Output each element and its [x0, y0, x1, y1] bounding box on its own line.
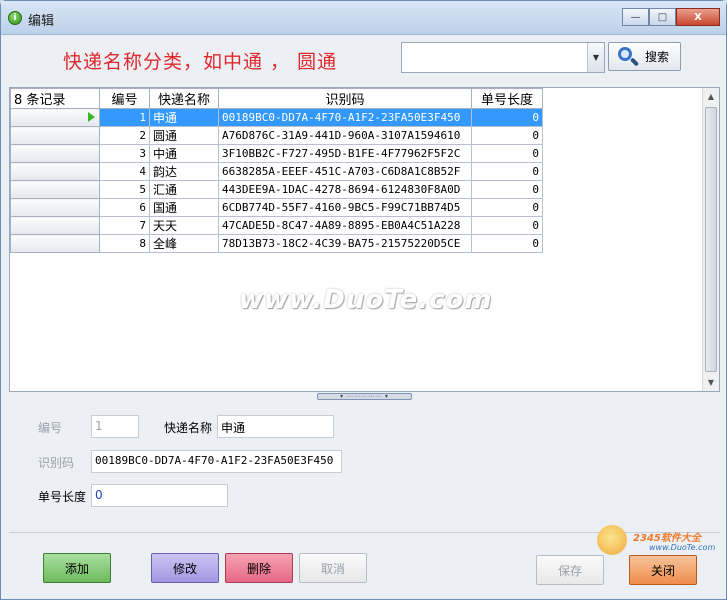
edit-window: i 编辑 — □ X 快递名称分类，如中通 ， 圆通 ▼ 搜索 8 条记录 编号: [0, 0, 727, 600]
scroll-down-icon[interactable]: ▼: [703, 374, 719, 391]
length-field[interactable]: 0: [91, 484, 228, 507]
records-table: 8 条记录 编号 快递名称 识别码 单号长度 1 申通 00189BC0-DD7A-…: [10, 88, 543, 253]
headline-hint: 快递名称分类，如中通 ， 圆通: [63, 51, 338, 73]
search-combobox[interactable]: ▼: [401, 42, 605, 73]
cell-length[interactable]: 0: [471, 144, 543, 163]
edit-button[interactable]: 修改: [151, 553, 219, 583]
cell-name[interactable]: 韵达: [149, 162, 219, 181]
app-icon: i: [8, 11, 22, 25]
code-field[interactable]: 00189BC0-DD7A-4F70-A1F2-23FA50E3F450: [91, 450, 342, 473]
record-count-header: 8 条记录: [10, 88, 100, 109]
window-title: 编辑: [28, 14, 55, 29]
corner-logo-url: www.DuoTe.com: [649, 543, 716, 552]
cell-name[interactable]: 国通: [149, 198, 219, 217]
table-row[interactable]: 2 圆通 A76D876C-31A9-441D-960A-3107A1594610 0: [10, 126, 543, 145]
search-icon: [617, 46, 640, 68]
table-row[interactable]: 3 中通 3F10BB2C-F727-495D-B1FE-4F77962F5F2C 0: [10, 144, 543, 163]
search-button[interactable]: 搜索: [608, 42, 681, 71]
num-label: 编号: [38, 421, 63, 435]
column-header-code[interactable]: 识别码: [218, 88, 472, 109]
cell-name[interactable]: 圆通: [149, 126, 219, 145]
row-indicator[interactable]: [10, 126, 100, 145]
cell-length[interactable]: 0: [471, 180, 543, 199]
cell-code[interactable]: 78D13B73-18C2-4C39-BA75-21575220D5CE: [218, 234, 472, 253]
name-field[interactable]: 申通: [217, 415, 334, 438]
cell-code[interactable]: 443DEE9A-1DAC-4278-8694-6124830F8A0D: [218, 180, 472, 199]
cell-num[interactable]: 6: [99, 198, 150, 217]
chevron-down-icon[interactable]: ▼: [587, 43, 604, 72]
cell-code[interactable]: 6CDB774D-55F7-4160-9BC5-F99C71BB74D5: [218, 198, 472, 217]
column-header-length[interactable]: 单号长度: [471, 88, 543, 109]
scrollbar-thumb[interactable]: [705, 107, 717, 372]
column-header-num[interactable]: 编号: [99, 88, 150, 109]
cell-length[interactable]: 0: [471, 126, 543, 145]
cell-num[interactable]: 2: [99, 126, 150, 145]
cell-num[interactable]: 4: [99, 162, 150, 181]
cell-code[interactable]: 6638285A-EEEF-451C-A703-C6D8A1C8B52F: [218, 162, 472, 181]
cell-name[interactable]: 申通: [149, 108, 219, 127]
cell-length[interactable]: 0: [471, 108, 543, 127]
cell-length[interactable]: 0: [471, 198, 543, 217]
save-button[interactable]: 保存: [536, 555, 604, 585]
footer-divider: [9, 532, 720, 533]
row-indicator[interactable]: [10, 234, 100, 253]
mascot-icon: [597, 525, 627, 555]
vertical-scrollbar[interactable]: ▲ ▼: [702, 88, 719, 391]
scroll-up-icon[interactable]: ▲: [703, 88, 719, 105]
current-row-arrow-icon: [88, 112, 95, 122]
table-row[interactable]: 4 韵达 6638285A-EEEF-451C-A703-C6D8A1C8B52F 0: [10, 162, 543, 181]
table-row[interactable]: 7 天天 47CADE5D-8C47-4A89-8895-EB0A4C51A228 0: [10, 216, 543, 235]
close-button[interactable]: 关闭: [629, 555, 697, 585]
table-row[interactable]: 5 汇通 443DEE9A-1DAC-4278-8694-6124830F8A0D 0: [10, 180, 543, 199]
length-label: 单号长度: [38, 490, 87, 504]
title-bar[interactable]: i 编辑 — □ X: [1, 1, 726, 35]
panel-splitter-handle[interactable]: ▾ ⋯⋯⋯⋯⋯ ▾: [317, 393, 412, 400]
cancel-button[interactable]: 取消: [299, 553, 367, 583]
cell-length[interactable]: 0: [471, 162, 543, 181]
row-indicator[interactable]: [10, 144, 100, 163]
row-indicator[interactable]: [10, 198, 100, 217]
column-header-name[interactable]: 快递名称: [149, 88, 219, 109]
search-input[interactable]: [402, 43, 588, 72]
name-label: 快递名称: [164, 421, 213, 435]
table-row[interactable]: 8 全峰 78D13B73-18C2-4C39-BA75-21575220D5CE 0: [10, 234, 543, 253]
cell-length[interactable]: 0: [471, 234, 543, 253]
cell-length[interactable]: 0: [471, 216, 543, 235]
table-row[interactable]: 1 申通 00189BC0-DD7A-4F70-A1F2-23FA50E3F450 0: [10, 108, 543, 127]
delete-button[interactable]: 删除: [225, 553, 293, 583]
table-row[interactable]: 6 国通 6CDB774D-55F7-4160-9BC5-F99C71BB74D5 0: [10, 198, 543, 217]
table-header-row: 8 条记录 编号 快递名称 识别码 单号长度: [10, 88, 543, 109]
cell-code[interactable]: 47CADE5D-8C47-4A89-8895-EB0A4C51A228: [218, 216, 472, 235]
cell-num[interactable]: 5: [99, 180, 150, 199]
cell-num[interactable]: 8: [99, 234, 150, 253]
cell-code[interactable]: A76D876C-31A9-441D-960A-3107A1594610: [218, 126, 472, 145]
row-indicator[interactable]: [10, 162, 100, 181]
window-controls: — □ X: [622, 8, 720, 26]
cell-code[interactable]: 3F10BB2C-F727-495D-B1FE-4F77962F5F2C: [218, 144, 472, 163]
cell-num[interactable]: 7: [99, 216, 150, 235]
cell-name[interactable]: 全峰: [149, 234, 219, 253]
cell-name[interactable]: 中通: [149, 144, 219, 163]
row-indicator[interactable]: [10, 216, 100, 235]
minimize-button[interactable]: —: [622, 8, 649, 26]
cell-name[interactable]: 汇通: [149, 180, 219, 199]
add-button[interactable]: 添加: [43, 553, 111, 583]
num-field[interactable]: 1: [91, 415, 139, 438]
cell-num[interactable]: 3: [99, 144, 150, 163]
cell-num[interactable]: 1: [99, 108, 150, 127]
search-button-label: 搜索: [645, 50, 670, 64]
close-window-button[interactable]: X: [676, 8, 720, 26]
row-indicator[interactable]: [10, 180, 100, 199]
maximize-button[interactable]: □: [649, 8, 676, 26]
row-indicator[interactable]: [10, 108, 100, 127]
cell-code[interactable]: 00189BC0-DD7A-4F70-A1F2-23FA50E3F450: [218, 108, 472, 127]
watermark-text: www.DuoTe.com: [239, 285, 493, 315]
cell-name[interactable]: 天天: [149, 216, 219, 235]
records-grid[interactable]: 8 条记录 编号 快递名称 识别码 单号长度 1 申通 00189BC0-DD7A-…: [9, 87, 720, 392]
code-label: 识别码: [38, 456, 75, 470]
